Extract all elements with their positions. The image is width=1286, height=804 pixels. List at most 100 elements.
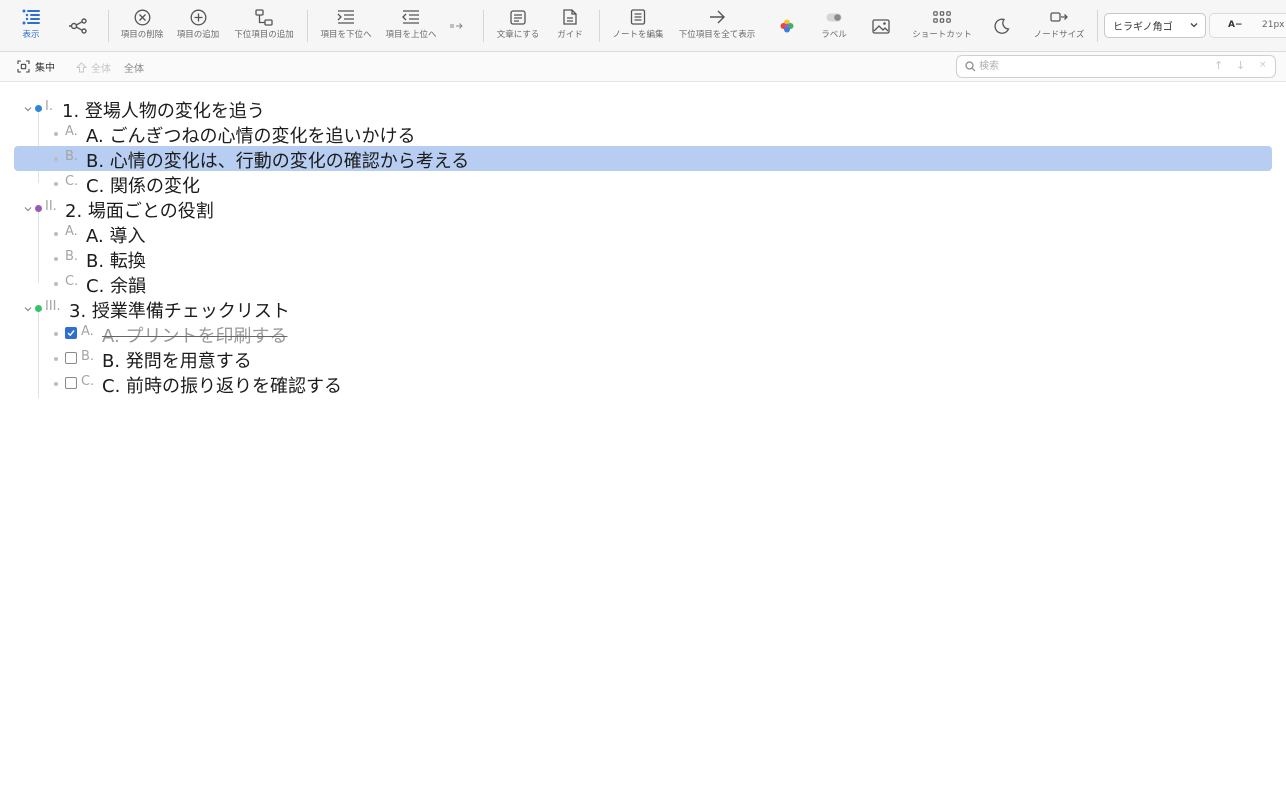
item-text[interactable]: B. 発問を用意する [102,347,252,373]
search-prev-button[interactable]: ↑ [1214,59,1223,72]
outline-item[interactable]: II. 2. 場面ごとの役割 [0,196,1286,223]
item-color-dot [35,105,42,112]
collapse-chevron-icon[interactable] [23,104,33,114]
image-button[interactable] [870,0,892,52]
toolbar-separator [483,10,484,42]
outdent-icon [402,10,419,24]
task-checkbox[interactable] [65,352,77,364]
item-text[interactable]: B. 転換 [86,247,146,273]
color-palette-icon [780,19,794,33]
item-number: II. [45,199,57,214]
image-icon [872,18,890,34]
task-checkbox[interactable] [65,377,77,389]
item-text[interactable]: B. 心情の変化は、行動の変化の確認から考える [86,147,469,173]
edit-note-label: ノートを編集 [612,30,664,40]
outline-item[interactable]: III. 3. 授業準備チェックリスト [0,296,1286,323]
delete-item-button[interactable]: 項目の削除 [118,0,166,52]
move-item-button[interactable] [446,0,466,52]
list-view-icon [22,9,40,25]
item-number: A. [81,324,94,339]
guide-document-icon [563,9,577,25]
home-arrow-icon [76,62,87,73]
move-up-level-label: 項目を上位へ [385,30,437,40]
outline-item-selected[interactable]: B. B. 心情の変化は、行動の変化の確認から考える [0,146,1286,173]
collapse-chevron-icon[interactable] [23,204,33,214]
item-text[interactable]: A. ごんぎつねの心情の変化を追いかける [86,122,415,148]
label-label: ラベル [821,30,847,40]
font-decrease-button[interactable]: A− [1228,20,1243,30]
outline-item[interactable]: I. 1. 登場人物の変化を追う [0,96,1286,123]
move-down-level-label: 項目を下位へ [320,30,372,40]
chevron-down-icon [1190,23,1198,28]
node-size-label: ノードサイズ [1033,30,1085,40]
add-child-button[interactable]: 下位項目の追加 [230,0,298,52]
show-all-children-label: 下位項目を全て表示 [678,30,756,40]
delete-item-label: 項目の削除 [120,30,164,40]
focus-label: 集中 [35,63,55,74]
bullet-dot [54,282,58,286]
font-size-control: A− 21px [1209,13,1286,38]
outline-item[interactable]: C. C. 前時の振り返りを確認する [0,371,1286,398]
outline-item[interactable]: B. B. 発問を用意する [0,346,1286,373]
shortcut-button[interactable]: ショートカット [908,0,976,52]
collapse-chevron-icon[interactable] [23,304,33,314]
item-text[interactable]: 1. 登場人物の変化を追う [62,97,265,123]
outline-item[interactable]: A. A. ごんぎつねの心情の変化を追いかける [0,121,1286,148]
outline-item[interactable]: A. A. プリントを印刷する [0,321,1286,348]
color-button[interactable] [777,0,797,52]
mindmap-icon [69,18,87,34]
search-clear-button[interactable]: × [1259,60,1267,70]
search-next-button[interactable]: ↓ [1236,59,1245,72]
to-text-label: 文章にする [496,30,540,40]
task-checkbox[interactable] [65,327,77,339]
to-text-button[interactable]: 文章にする [493,0,543,52]
item-number: C. [81,374,95,389]
guide-button[interactable]: ガイド [554,0,586,52]
focus-icon [17,60,30,73]
guide-label: ガイド [557,30,583,40]
font-size-value: 21px [1262,20,1285,30]
search-box: ↑ ↓ × [956,55,1276,78]
node-size-button[interactable]: ノードサイズ [1030,0,1088,52]
mindmap-button[interactable] [66,0,90,52]
add-item-label: 項目の追加 [176,30,220,40]
outline-item[interactable]: C. C. 余韻 [0,271,1286,298]
shortcut-label: ショートカット [912,30,972,40]
item-text[interactable]: A. プリントを印刷する [102,322,287,348]
bullet-dot [54,257,58,261]
item-number: B. [65,249,79,264]
search-input[interactable] [979,58,1199,75]
indent-icon [337,10,354,24]
breadcrumb-home[interactable]: 全体 [76,60,111,75]
edit-note-button[interactable]: ノートを編集 [610,0,666,52]
toolbar-separator [1097,10,1098,42]
breadcrumb-current[interactable]: 全体 [124,60,144,75]
item-text[interactable]: 2. 場面ごとの役割 [65,197,214,223]
moon-icon [994,18,1010,34]
outline-item[interactable]: B. B. 転換 [0,246,1286,273]
add-child-label: 下位項目の追加 [234,30,294,40]
dark-mode-button[interactable] [992,0,1012,52]
move-up-level-button[interactable]: 項目を上位へ [383,0,439,52]
move-down-level-button[interactable]: 項目を下位へ [317,0,375,52]
item-text[interactable]: A. 導入 [86,222,145,248]
add-circle-icon [190,9,206,25]
outline-item[interactable]: C. C. 関係の変化 [0,171,1286,198]
outline-item[interactable]: A. A. 導入 [0,221,1286,248]
bullet-dot [54,232,58,236]
item-text[interactable]: C. 前時の振り返りを確認する [102,372,342,398]
item-text[interactable]: C. 関係の変化 [86,172,200,198]
bullet-dot [54,132,58,136]
font-family-select[interactable]: ヒラギノ角ゴ [1104,13,1206,38]
focus-button[interactable]: 集中 [17,59,55,74]
toolbar: 表示 項目の削除 項目の追加 下位項目の追加 項目を下位へ 項目を上位へ 文章に… [0,0,1286,52]
item-number: B. [65,149,79,164]
bullet-dot [54,332,58,336]
view-button[interactable]: 表示 [18,0,44,52]
item-text[interactable]: C. 余韻 [86,272,146,298]
show-all-children-button[interactable]: 下位項目を全て表示 [675,0,759,52]
item-number: A. [65,224,78,239]
add-item-button[interactable]: 項目の追加 [174,0,222,52]
item-text[interactable]: 3. 授業準備チェックリスト [69,297,290,323]
label-button[interactable]: ラベル [818,0,850,52]
